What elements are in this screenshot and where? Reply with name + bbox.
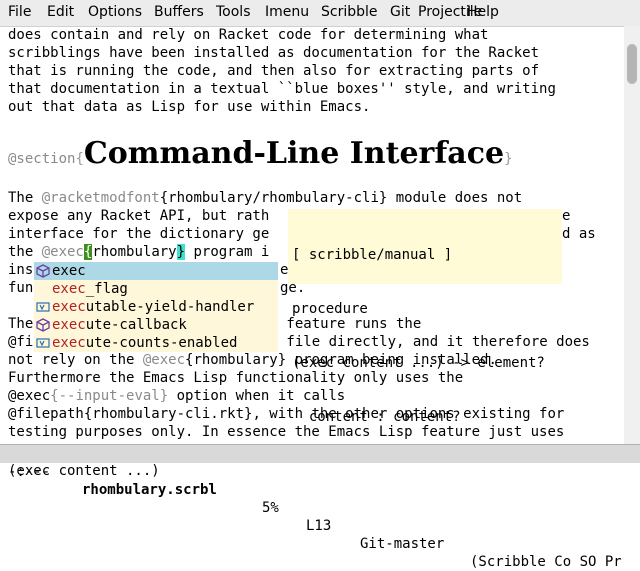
completion-item[interactable]: execute-callback: [34, 316, 278, 334]
completion-label: execute-callback: [52, 316, 187, 334]
completion-rest: ute-counts-enabled: [85, 335, 238, 351]
text-span: program i: [185, 244, 270, 260]
menu-bar: File Edit Options Buffers Tools Imenu Sc…: [0, 0, 640, 27]
doc-kind: procedure: [292, 301, 368, 317]
menu-tools[interactable]: Tools: [216, 4, 251, 20]
completion-popup: exec exec_flag executable-yield-handler …: [34, 262, 278, 352]
text-line-tail: d as: [562, 226, 596, 242]
package-icon: [36, 264, 50, 278]
command-name: @racketmodfont: [41, 190, 160, 206]
variable-icon: [36, 302, 50, 312]
completion-item[interactable]: execute-counts-enabled: [34, 334, 278, 352]
completion-match: exec: [52, 263, 86, 279]
text-line: expose any Racket API, but rath: [8, 208, 270, 224]
echo-area: (exec content ...): [8, 463, 160, 479]
text-span: {rhombulary/rhombulary-cli} module does …: [159, 190, 523, 206]
menu-file[interactable]: File: [8, 4, 31, 20]
doc-contract: content : content?: [292, 409, 461, 425]
text-span: The: [8, 190, 42, 206]
command-name: @exec: [41, 244, 84, 260]
completion-match: exec: [52, 317, 86, 333]
completion-label: exec_flag: [52, 280, 128, 298]
text-line: @fi: [8, 334, 34, 350]
doc-popup: [ scribble/manual ] procedure (exec cont…: [288, 209, 562, 425]
completion-match: exec: [52, 281, 86, 297]
vertical-scrollbar[interactable]: [624, 26, 640, 444]
text-line: that documentation in a textual ``blue b…: [8, 81, 556, 97]
menu-help[interactable]: Help: [467, 4, 499, 20]
text-line: The: [8, 316, 34, 332]
text-line: fun: [8, 280, 34, 296]
section-brace-close: }: [504, 151, 513, 167]
text-line: does contain and rely on Racket code for…: [8, 27, 489, 43]
completion-item[interactable]: exec_flag: [34, 280, 278, 298]
section-brace-open: {: [75, 151, 84, 167]
text-span: {rhombulary-cli.rkt}: [83, 406, 253, 422]
menu-scribble[interactable]: Scribble: [321, 4, 378, 20]
command-name: @filepath: [8, 406, 84, 422]
text-line: that is running the code, and then also …: [8, 63, 540, 79]
text-span: rhombulary: [92, 244, 177, 260]
completion-label: execute-counts-enabled: [52, 334, 237, 352]
text-span: the: [8, 244, 42, 260]
text-line: the @exec{rhombulary} program i: [8, 243, 269, 261]
menu-options[interactable]: Options: [88, 4, 142, 20]
text-span: not rely on the: [8, 352, 143, 368]
text-span: {rhombulary}: [185, 352, 287, 368]
text-line: out that data as Lisp for use within Ema…: [8, 99, 371, 115]
mode-line: -:--- rhombulary.scrbl 5% L13 Git-master…: [0, 444, 640, 570]
variable-icon: [36, 338, 50, 348]
major-mode[interactable]: (Scribble Co SO Pr: [470, 553, 622, 571]
completion-rest: ute-callback: [85, 317, 187, 333]
completion-rest: _flag: [85, 281, 128, 297]
section-command: @section: [8, 151, 76, 167]
section-heading: @section{Command-Line Interface}: [8, 134, 513, 174]
completion-item[interactable]: executable-yield-handler: [34, 298, 278, 316]
completion-rest: utable-yield-handler: [85, 299, 255, 315]
buffer-position-percent: 5%: [262, 500, 279, 516]
menu-imenu[interactable]: Imenu: [265, 4, 309, 20]
line-number: L13: [306, 518, 332, 534]
menu-buffers[interactable]: Buffers: [154, 4, 204, 20]
command-name: @exec: [142, 352, 186, 368]
text-line: scribblings have been installed as docum…: [8, 45, 540, 61]
doc-signature: (exec content ...) -> element?: [292, 355, 545, 371]
text-line: The @racketmodfont{rhombulary/rhombulary…: [8, 189, 522, 207]
completion-match: exec: [52, 335, 86, 351]
completion-label: exec: [52, 262, 86, 280]
buffer-name[interactable]: rhombulary.scrbl: [82, 481, 217, 499]
section-title: Command-Line Interface: [83, 136, 505, 171]
completion-item[interactable]: exec: [34, 262, 278, 280]
text-line-tail: e: [562, 208, 571, 224]
text-span: {--input-eval}: [50, 388, 169, 404]
matching-brace: }: [176, 244, 186, 260]
menu-edit[interactable]: Edit: [47, 4, 74, 20]
scrollbar-thumb[interactable]: [627, 44, 637, 84]
menu-git[interactable]: Git: [390, 4, 410, 20]
text-line: interface for the dictionary ge: [8, 226, 270, 242]
completion-label: executable-yield-handler: [52, 298, 254, 316]
doc-module: [ scribble/manual ]: [292, 247, 453, 263]
completion-match: exec: [52, 299, 86, 315]
vc-branch[interactable]: Git-master: [360, 535, 444, 553]
text-line: ins: [8, 262, 34, 278]
package-icon: [36, 318, 50, 332]
